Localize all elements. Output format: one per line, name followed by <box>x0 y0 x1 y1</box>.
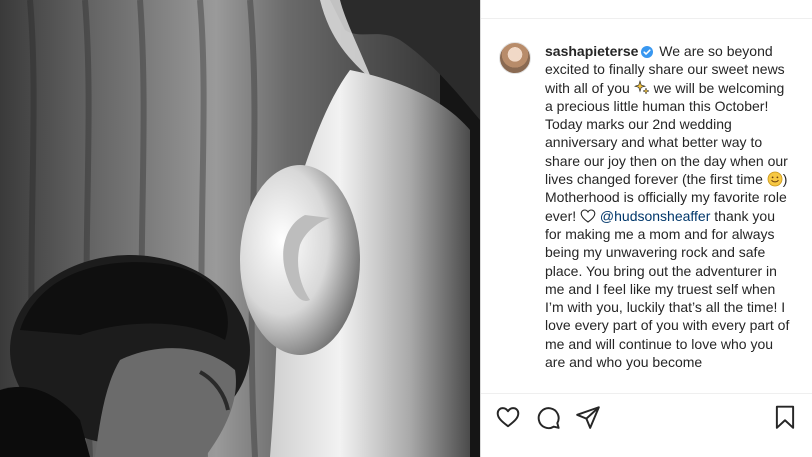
photo-illustration <box>0 0 480 457</box>
bookmark-icon[interactable] <box>772 404 798 430</box>
caption-text: sashapieterse We are so beyond excited t… <box>545 42 795 371</box>
verified-badge-icon <box>641 46 654 58</box>
comment-icon[interactable] <box>535 404 561 430</box>
actions-divider <box>481 393 812 394</box>
smiling-face-emoji-icon <box>767 171 783 187</box>
instagram-post: sashapieterse We are so beyond excited t… <box>0 0 812 457</box>
avatar[interactable] <box>499 42 531 74</box>
caption-comment: sashapieterse We are so beyond excited t… <box>499 42 798 371</box>
username-link[interactable]: sashapieterse <box>545 43 638 59</box>
caption-part-4: thank you for making me a mom and for al… <box>545 207 790 371</box>
heart-icon[interactable] <box>495 404 521 430</box>
header-divider <box>481 18 812 19</box>
post-side-panel: sashapieterse We are so beyond excited t… <box>480 0 812 457</box>
sparkles-emoji-icon <box>633 79 650 95</box>
white-heart-emoji-icon <box>580 209 596 223</box>
post-photo[interactable] <box>0 0 480 457</box>
mention-link[interactable]: @hudsonsheaffer <box>600 208 710 224</box>
share-icon[interactable] <box>575 404 601 430</box>
action-bar <box>495 402 798 432</box>
